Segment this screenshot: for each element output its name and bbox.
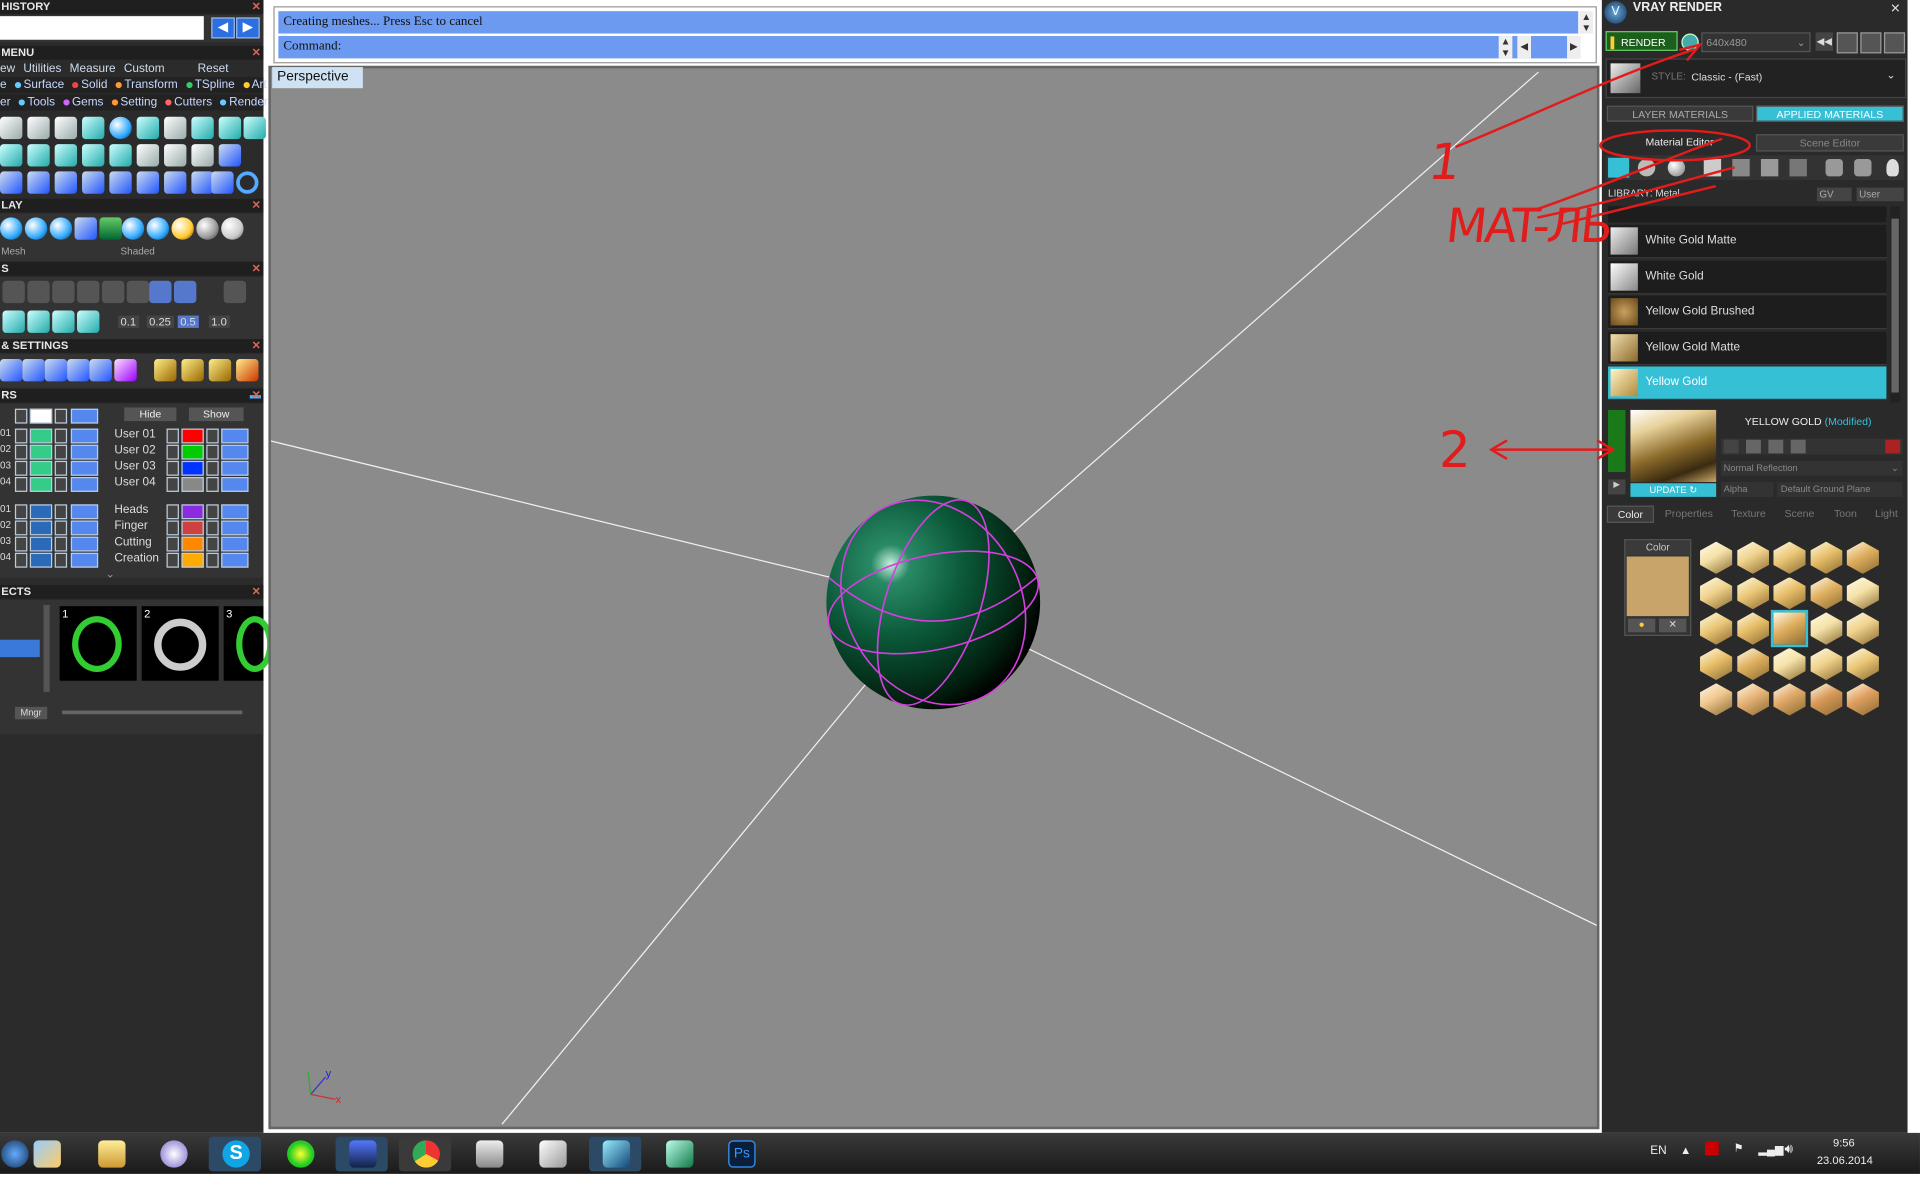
annotation-text-material: MAT-ЛЬ: [1443, 198, 1614, 254]
annotation-number-2: 2: [1439, 422, 1471, 480]
annotation-overlay: [1455, 42, 1751, 460]
annotation-arrow-1: [1455, 48, 1696, 148]
